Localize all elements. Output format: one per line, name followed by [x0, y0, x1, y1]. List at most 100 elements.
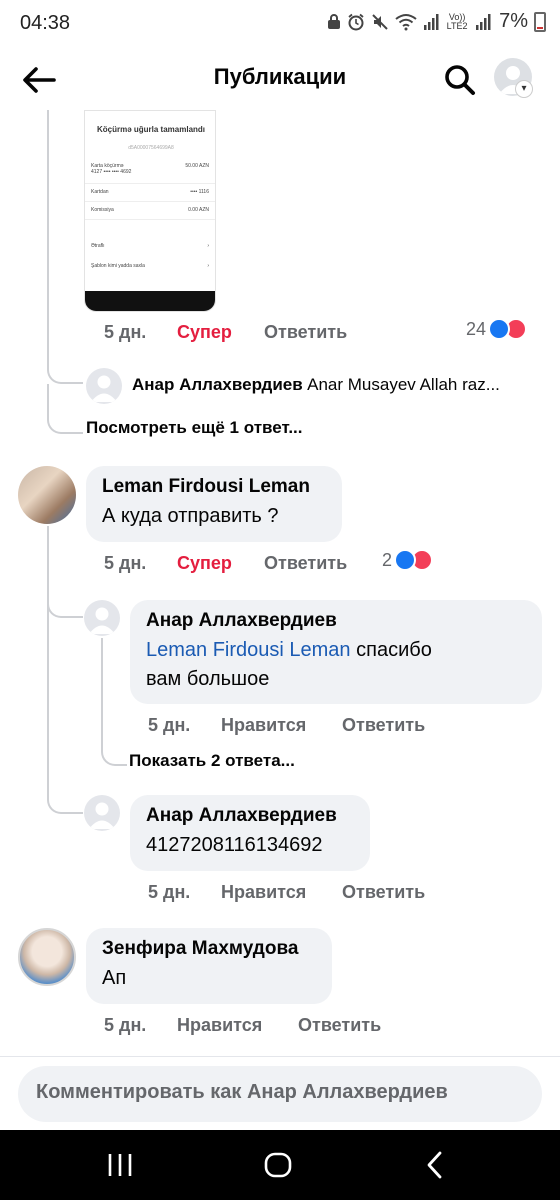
- attachment-row: Komissiya 0.00 AZN: [91, 207, 209, 213]
- reaction-summary[interactable]: 2: [382, 549, 434, 571]
- comment-author[interactable]: Зенфира Махмудова: [102, 938, 316, 960]
- back-icon: [427, 1151, 442, 1179]
- comment-text-part: спасибо: [356, 639, 432, 661]
- like-icon: [394, 549, 417, 571]
- network-label: Vo)) LTE2: [446, 11, 468, 31]
- attached-image[interactable]: Köçürmə uğurla tamamlandı d5A00007564699…: [84, 110, 216, 312]
- status-bar: 04:38 Vo)) LTE2 7%: [0, 0, 560, 50]
- attachment-action-row: Şablon kimi yadda saxla ›: [91, 263, 209, 269]
- app-header: Публикации ▾: [0, 50, 560, 110]
- comment-text-part: вам большое: [146, 668, 270, 690]
- comment-time[interactable]: 5 дн.: [148, 715, 190, 736]
- search-button[interactable]: [440, 60, 480, 100]
- comment-bubble: Анар Аллахвердиев Leman Firdousi Leman с…: [130, 600, 542, 704]
- thread-connector: [101, 740, 127, 766]
- signal-icon: [424, 13, 439, 30]
- comment-time[interactable]: 5 дн.: [104, 553, 146, 574]
- like-button[interactable]: Нравится: [221, 715, 306, 736]
- reply-button[interactable]: Ответить: [342, 882, 425, 903]
- system-navbar: [0, 1130, 560, 1200]
- thread-connector: [47, 594, 83, 618]
- comment-time[interactable]: 5 дн.: [104, 322, 146, 343]
- comment-input[interactable]: Комментировать как Анар Аллахвердиев: [18, 1066, 542, 1122]
- show-replies-link[interactable]: Показать 2 ответа...: [129, 751, 295, 771]
- recent-apps-icon: [108, 1154, 132, 1176]
- reaction-count: 24: [466, 318, 487, 339]
- attachment-action-label: Şablon kimi yadda saxla: [91, 263, 145, 269]
- battery-icon: [534, 11, 546, 32]
- attachment-title: Köçürmə uğurla tamamlandı: [96, 125, 206, 134]
- lock-icon: [328, 13, 341, 29]
- divider: [0, 1056, 560, 1057]
- signal-icon: [476, 13, 491, 30]
- search-icon: [445, 65, 475, 95]
- reply-button[interactable]: Ответить: [264, 322, 347, 343]
- like-button[interactable]: Нравится: [177, 1015, 262, 1036]
- avatar[interactable]: [18, 928, 76, 986]
- attachment-row-value: •••• 1116: [190, 189, 209, 195]
- mention-link[interactable]: Leman Firdousi Leman: [146, 639, 351, 661]
- comment-text: Anar Musayev Allah raz...: [307, 375, 500, 394]
- super-reaction-button[interactable]: Супер: [177, 553, 232, 574]
- comment-text: 4127208116134692: [146, 834, 323, 856]
- divider: [85, 201, 215, 202]
- like-button[interactable]: Нравится: [221, 882, 306, 903]
- recent-apps-button[interactable]: [100, 1148, 140, 1182]
- attachment-row-label: Komissiya: [91, 207, 114, 213]
- comment-time[interactable]: 5 дн.: [104, 1015, 146, 1036]
- collapsed-reply[interactable]: Анар Аллахвердиев Anar Musayev Allah raz…: [132, 375, 500, 395]
- comment-input-placeholder: Комментировать как Анар Аллахвердиев: [36, 1081, 448, 1103]
- status-time: 04:38: [20, 12, 71, 34]
- reply-button[interactable]: Ответить: [298, 1015, 381, 1036]
- comment-text: А куда отправить ?: [102, 505, 279, 527]
- avatar[interactable]: [18, 466, 76, 524]
- system-back-button[interactable]: [416, 1148, 456, 1182]
- comment-author[interactable]: Анар Аллахвердиев: [146, 805, 354, 827]
- avatar[interactable]: [84, 795, 120, 831]
- attachment-card-row: Karta köçürmə 4127 •••• •••• 4692 50.00 A…: [91, 163, 209, 175]
- attachment-amount: 50.00 AZN: [185, 163, 209, 169]
- comment-text: Leman Firdousi Leman спасибо вам большое: [146, 636, 526, 694]
- attachment-card-number: 4127 •••• •••• 4692: [91, 169, 132, 175]
- reply-button[interactable]: Ответить: [264, 553, 347, 574]
- attachment-action-row: Ətraflı ›: [91, 243, 209, 249]
- reaction-count: 2: [382, 549, 393, 570]
- comment-author[interactable]: Leman Firdousi Leman: [102, 476, 326, 498]
- user-silhouette-icon: [89, 607, 115, 634]
- comment-author[interactable]: Анар Аллахвердиев: [146, 610, 526, 632]
- divider: [85, 219, 215, 220]
- comment-bubble: Анар Аллахвердиев 4127208116134692: [130, 795, 370, 871]
- thread-connector: [47, 782, 83, 814]
- view-more-replies-link[interactable]: Посмотреть ещё 1 ответ...: [86, 418, 302, 438]
- thread-connector: [47, 384, 83, 434]
- home-button[interactable]: [258, 1148, 298, 1182]
- home-icon: [264, 1152, 292, 1178]
- chevron-right-icon: ›: [207, 243, 209, 249]
- user-silhouette-icon: [89, 802, 115, 829]
- super-reaction-button[interactable]: Супер: [177, 322, 232, 343]
- battery-percent: 7%: [499, 10, 528, 32]
- chevron-right-icon: ›: [207, 263, 209, 269]
- attachment-id: d5A00007564699A8: [128, 145, 174, 151]
- comment-bubble: Leman Firdousi Leman А куда отправить ?: [86, 466, 342, 542]
- divider: [85, 183, 215, 184]
- chevron-down-icon[interactable]: ▾: [515, 80, 533, 98]
- attachment-action-label: Ətraflı: [91, 243, 105, 249]
- attachment-row: Kartdan •••• 1116: [91, 189, 209, 195]
- avatar[interactable]: [86, 368, 122, 404]
- attachment-row-label: Kartdan: [91, 189, 109, 195]
- avatar[interactable]: [84, 600, 120, 636]
- reaction-summary[interactable]: 24: [466, 318, 528, 340]
- thread-connector: [47, 360, 83, 384]
- alarm-icon: [348, 13, 364, 30]
- comment-author[interactable]: Анар Аллахвердиев: [132, 375, 303, 394]
- user-silhouette-icon: [91, 375, 117, 402]
- like-icon: [488, 318, 511, 340]
- reply-button[interactable]: Ответить: [342, 715, 425, 736]
- comment-text: Ап: [102, 967, 127, 989]
- attachment-navbar: [85, 291, 215, 311]
- thread-line: [47, 526, 49, 786]
- comment-time[interactable]: 5 дн.: [148, 882, 190, 903]
- comment-bubble: Зенфира Махмудова Ап: [86, 928, 332, 1004]
- mute-icon: [372, 13, 388, 30]
